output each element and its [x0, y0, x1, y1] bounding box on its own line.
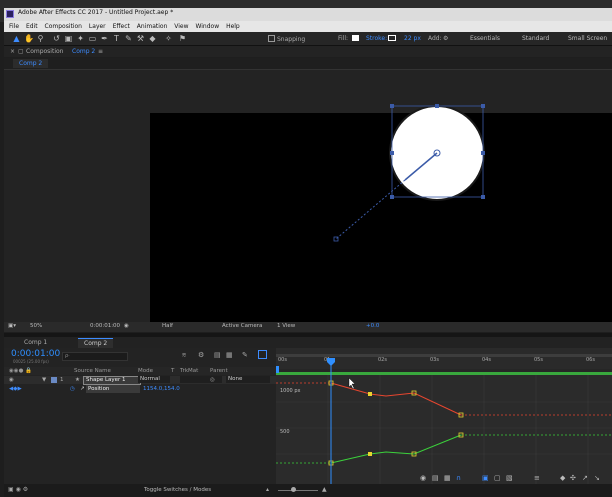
viewer-controls: ▣▾ 50% 0:00:01:00 ◉ Half Active Camera 1… — [4, 322, 612, 332]
hide-shy-icon[interactable]: ▤ — [214, 351, 221, 359]
graph-editor-toolbar: ◉ ▤ ▦ ∩ ▣ ▢ ▧ ≡ ◆ ✣ ↗ ↘ — [420, 474, 612, 484]
ruler-tick-label: 03s — [430, 357, 439, 363]
ruler-tick-label: 05s — [534, 357, 543, 363]
ruler-tick-label: 04s — [482, 357, 491, 363]
tab-comp-1[interactable]: Comp 1 — [18, 338, 53, 347]
fit-all-icon[interactable]: ▢ — [494, 474, 501, 482]
comp-flowchart-icon[interactable]: ⚙ — [198, 351, 204, 359]
bbox-handle[interactable] — [435, 104, 439, 108]
current-time[interactable]: 0:00:01:00 — [11, 349, 60, 359]
keyframe-nav-icon[interactable]: ◀◆▶ — [9, 385, 22, 393]
ruler-tick-label: 02s — [378, 357, 387, 363]
graph-label-500: 500 — [280, 429, 290, 435]
toggle-switches-modes[interactable]: Toggle Switches / Modes — [144, 487, 211, 493]
convert-auto-bezier-icon[interactable]: ✣ — [570, 474, 576, 482]
camera-dropdown[interactable]: Active Camera — [222, 323, 262, 329]
easy-ease-in-icon[interactable]: ↘ — [594, 474, 600, 482]
transform-box-icon[interactable]: ▦ — [444, 474, 451, 482]
resolution-dropdown[interactable]: Half — [162, 323, 173, 329]
position-value[interactable]: 1154.0,154.0 — [143, 385, 180, 393]
mode-dropdown[interactable]: Normal — [138, 376, 170, 383]
graph-editor[interactable]: 00s 01s 02s 03s 04s 05s 06s 1000 px 500 — [276, 348, 612, 484]
pickwhip-icon[interactable]: ◎ — [210, 376, 215, 384]
graph-label-1000: 1000 px — [280, 388, 300, 394]
ruler-tick-label: 00s — [278, 357, 287, 363]
graph-editor-icon[interactable]: ✎ — [242, 351, 248, 359]
t-header[interactable]: T — [171, 367, 174, 375]
trkmat-header[interactable]: TrkMat — [180, 367, 198, 375]
motion-path-dashed — [335, 179, 406, 240]
timeline-layers-panel: 0:00:01:00 00025 (25.00 fps) ρ· ◉◉● 🔒 So… — [4, 348, 276, 484]
frame-blending-icon[interactable]: ▦ — [226, 351, 233, 359]
show-properties-icon[interactable]: ◉ — [420, 474, 426, 482]
layer-search-input[interactable]: ρ· — [62, 352, 128, 361]
easy-ease-icon[interactable]: ↗ — [582, 474, 588, 482]
work-area-start[interactable] — [276, 366, 279, 373]
magnification-icon[interactable]: ▣▾ — [8, 323, 16, 329]
layer-row[interactable]: ◉ ▼ 1 ★ Shape Layer 1 Normal ◎ None — [4, 376, 276, 385]
viewer-timecode[interactable]: 0:00:01:00 — [90, 323, 120, 329]
expand-arrow-icon[interactable]: ▼ — [42, 376, 46, 384]
zoom-slider-knob[interactable] — [291, 487, 296, 492]
bbox-handle[interactable] — [481, 104, 485, 108]
edit-keyframe-icon[interactable]: ≡ — [534, 474, 540, 482]
zoom-dropdown[interactable]: 50% — [30, 323, 42, 329]
fit-selection-icon[interactable]: ▣ — [482, 474, 489, 482]
snapshot-icon[interactable]: ◉ — [124, 323, 129, 329]
graph-options-icon[interactable]: ▤ — [432, 474, 439, 482]
trkmat-dropdown[interactable] — [180, 376, 222, 383]
parent-dropdown[interactable]: None — [226, 376, 270, 383]
shape-layer-star-icon: ★ — [75, 377, 80, 383]
position-property[interactable]: Position — [86, 385, 140, 393]
keyframe-square[interactable] — [368, 392, 372, 396]
source-name-header[interactable]: Source Name — [74, 367, 111, 375]
timeline-tab-bar: Comp 1 Comp 2 — [4, 337, 612, 348]
parent-header[interactable]: Parent — [210, 367, 228, 375]
layer-index: 1 — [60, 377, 64, 383]
graph-toggle-icon[interactable]: ↗ — [80, 385, 85, 393]
stopwatch-icon[interactable]: ◷ — [70, 385, 75, 393]
separate-dimensions-icon[interactable]: ▧ — [506, 474, 513, 482]
layer-name[interactable]: Shape Layer 1 — [83, 376, 141, 385]
mode-header[interactable]: Mode — [138, 367, 153, 375]
bbox-handle[interactable] — [481, 151, 485, 155]
ruler-tick-label: 06s — [586, 357, 595, 363]
snap-icon[interactable]: ∩ — [456, 474, 461, 482]
layer-switches-icon[interactable]: ▣ ◉ ⚙ — [8, 486, 28, 493]
bbox-handle[interactable] — [390, 151, 394, 155]
timeline-status-bar: ▣ ◉ ⚙ Toggle Switches / Modes ▴ ▲ — [4, 484, 612, 497]
zoom-slider[interactable] — [278, 490, 318, 491]
visibility-icon[interactable]: ◉ — [9, 376, 14, 384]
label-color-swatch[interactable] — [51, 377, 57, 383]
frame-info: 00025 (25.00 fps) — [13, 359, 49, 364]
keyframe-square[interactable] — [368, 452, 372, 456]
graph-editor-toggle[interactable] — [258, 350, 267, 359]
convert-hold-icon[interactable]: ◆ — [560, 474, 565, 482]
draft-3d-icon[interactable]: ⩳ — [182, 351, 186, 360]
views-dropdown[interactable]: 1 View — [277, 323, 295, 329]
zoom-in-icon[interactable]: ▲ — [322, 486, 327, 493]
column-headers: ◉◉● 🔒 Source Name Mode T TrkMat Parent — [4, 367, 276, 375]
exposure-value[interactable]: +0.0 — [366, 323, 379, 329]
bbox-handle[interactable] — [481, 195, 485, 199]
av-switches-icon: ◉◉● 🔒 — [9, 368, 32, 374]
bbox-handle[interactable] — [390, 104, 394, 108]
tab-comp-2-timeline[interactable]: Comp 2 — [78, 338, 114, 348]
zoom-out-icon[interactable]: ▴ — [266, 486, 269, 493]
bbox-handle[interactable] — [390, 195, 394, 199]
property-row[interactable]: ◀◆▶ ◷ ↗ Position 1154.0,154.0 — [4, 385, 276, 393]
